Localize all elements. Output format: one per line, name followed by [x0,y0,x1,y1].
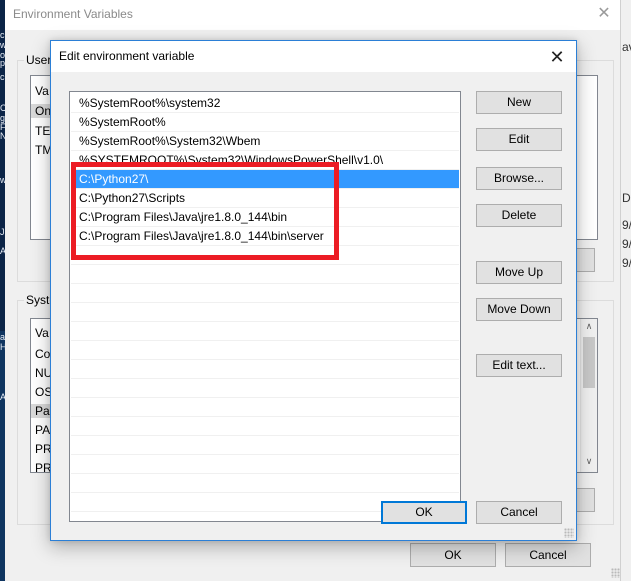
path-list-item[interactable]: %SYSTEMROOT%\System32\WindowsPowerShell\… [71,151,459,170]
path-list-empty-row[interactable] [71,455,459,474]
path-list-item[interactable]: C:\Program Files\Java\jre1.8.0_144\bin\s… [71,227,459,246]
scrollbar-thumb[interactable] [583,337,595,388]
path-list-item[interactable]: C:\Python27\Scripts [71,189,459,208]
edit-environment-variable-dialog: Edit environment variable ✕ %SystemRoot%… [50,40,577,541]
edit-button[interactable]: Edit [476,128,562,151]
new-button[interactable]: New [476,91,562,114]
delete-button[interactable]: Delete [476,204,562,227]
list-item[interactable]: PA [35,423,50,437]
edit-text-button[interactable]: Edit text... [476,354,562,377]
cancel-button[interactable]: Cancel [476,501,562,524]
path-list-empty-row[interactable] [71,417,459,436]
list-header-variable[interactable]: Va [35,326,49,340]
user-variables-label: User [24,53,54,67]
dialog-title: Edit environment variable [59,49,195,63]
background-window-edge: av Da 9/2 9/2 9/2 [620,0,631,581]
path-list-empty-row[interactable] [71,303,459,322]
list-item[interactable]: Co [35,347,50,361]
path-list-empty-row[interactable] [71,322,459,341]
path-list-empty-row[interactable] [71,246,459,265]
env-ok-button[interactable]: OK [410,543,496,567]
path-list-item[interactable]: C:\Program Files\Java\jre1.8.0_144\bin [71,208,459,227]
resize-grip-icon[interactable] [564,528,574,538]
peek-text: 9/2 [622,237,631,251]
path-entries-list[interactable]: %SystemRoot%\system32 %SystemRoot% %System… [69,91,461,522]
path-list-empty-row[interactable] [71,436,459,455]
path-list-empty-row[interactable] [71,360,459,379]
scroll-up-icon[interactable]: ∧ [581,321,597,335]
path-list-empty-row[interactable] [71,398,459,417]
path-list-empty-row[interactable] [71,474,459,493]
peek-text: 9/2 [622,256,631,270]
path-list-empty-row[interactable] [71,341,459,360]
close-icon[interactable]: ✕ [594,4,614,24]
browse-button[interactable]: Browse... [476,167,562,190]
peek-text: av [622,40,631,54]
list-header-variable[interactable]: Va [35,84,49,98]
env-cancel-button[interactable]: Cancel [505,543,591,567]
path-list-item[interactable]: %SystemRoot% [71,113,459,132]
scroll-down-icon[interactable]: ∨ [581,456,597,470]
path-list-empty-row[interactable] [71,284,459,303]
window-title: Environment Variables [13,7,133,21]
move-up-button[interactable]: Move Up [476,261,562,284]
path-list-item[interactable]: C:\Python27\ [71,170,459,189]
move-down-button[interactable]: Move Down [476,298,562,321]
path-list-empty-row[interactable] [71,265,459,284]
list-item[interactable]: TE [35,124,50,138]
window-titlebar: Environment Variables ✕ [5,0,625,30]
system-list-scrollbar[interactable]: ∧ ∨ [580,319,597,472]
peek-text: 9/2 [622,218,631,232]
peek-text: Da [622,191,631,205]
close-icon[interactable]: ✕ [546,46,568,68]
path-list-item[interactable]: %SystemRoot%\System32\Wbem [71,132,459,151]
path-list-item[interactable]: %SystemRoot%\system32 [71,94,459,113]
path-list-empty-row[interactable] [71,379,459,398]
dialog-titlebar[interactable]: Edit environment variable ✕ [51,41,576,72]
ok-button[interactable]: OK [381,501,467,524]
